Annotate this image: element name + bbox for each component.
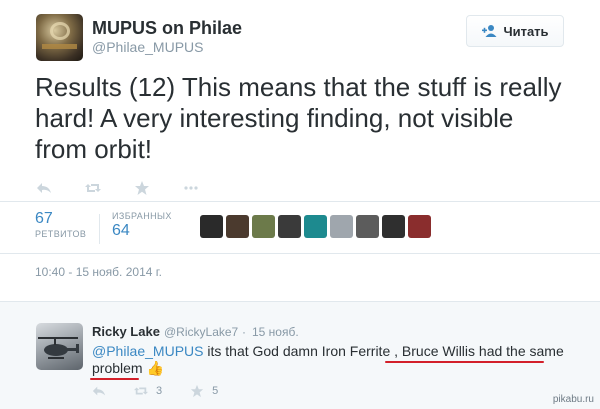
more-button[interactable]	[183, 178, 232, 198]
red-underline-2	[90, 378, 139, 380]
favorite-icon	[191, 384, 204, 398]
author-name[interactable]: MUPUS on Philae	[92, 18, 242, 39]
red-underline-1	[385, 361, 544, 363]
reply-reply-button[interactable]	[92, 384, 106, 398]
favorited-by-avatars	[200, 215, 431, 238]
helicopter-avatar-icon	[38, 337, 79, 359]
reply-mention[interactable]: @Philae_MUPUS	[92, 343, 203, 359]
reply-button[interactable]	[36, 178, 85, 198]
reply-tweet: Ricky Lake @RickyLake7 · 15 нояб. @Phila…	[0, 301, 600, 409]
add-user-icon	[482, 25, 497, 37]
main-tweet: MUPUS on Philae @Philae_MUPUS Читать Res…	[0, 0, 600, 301]
author-avatar[interactable]	[36, 14, 83, 61]
follow-button[interactable]: Читать	[466, 15, 564, 47]
reply-date[interactable]: 15 нояб.	[252, 325, 299, 339]
reply-author-name[interactable]: Ricky Lake	[92, 324, 160, 339]
favoriter-avatar[interactable]	[252, 215, 275, 238]
favoriter-avatar[interactable]	[278, 215, 301, 238]
tweet-timestamp[interactable]: 10:40 - 15 нояб. 2014 г.	[35, 265, 162, 279]
tweet-actions	[36, 178, 232, 198]
avatar-stripe	[42, 44, 77, 49]
tweet-text: Results (12) This means that the stuff i…	[35, 72, 562, 164]
favoriter-avatar[interactable]	[200, 215, 223, 238]
favoriter-avatar[interactable]	[356, 215, 379, 238]
reply-icon	[92, 386, 106, 396]
favoriter-avatar[interactable]	[330, 215, 353, 238]
reply-author-avatar[interactable]	[36, 323, 83, 370]
favoriter-avatar[interactable]	[304, 215, 327, 238]
reply-retweet-count: 3	[156, 385, 163, 397]
reply-text: its that God damn Iron Ferrite ,	[203, 343, 402, 359]
reply-favorite-button[interactable]: 5	[190, 384, 218, 398]
reply-highlight-1: Bruce Willis had the same	[401, 343, 564, 359]
reply-author-handle[interactable]: @RickyLake7	[164, 325, 238, 339]
follow-label: Читать	[503, 23, 549, 39]
retweet-icon	[134, 387, 148, 395]
reply-favorite-count: 5	[212, 385, 219, 397]
favoriter-avatar[interactable]	[226, 215, 249, 238]
thumbs-up-emoji: 👍	[146, 360, 164, 376]
retweets-label: РЕТВИТОВ	[35, 229, 87, 239]
reply-icon	[37, 183, 51, 193]
reply-highlight-2: problem	[92, 360, 143, 376]
favorites-stat[interactable]: ИЗБРАННЫХ 64	[112, 211, 172, 240]
favorite-icon	[135, 181, 149, 195]
reply-text-line-2: problem 👍	[92, 360, 164, 377]
favorite-button[interactable]	[134, 178, 183, 198]
retweets-stat[interactable]: 67 РЕТВИТОВ	[35, 210, 86, 239]
favoriter-avatar[interactable]	[408, 215, 431, 238]
retweets-count: 67	[35, 210, 53, 227]
favorites-label: ИЗБРАННЫХ	[112, 211, 172, 221]
reply-retweet-button[interactable]: 3	[134, 384, 162, 398]
author-handle[interactable]: @Philae_MUPUS	[92, 39, 203, 55]
watermark: pikabu.ru	[552, 394, 594, 405]
stats-divider	[99, 214, 100, 244]
reply-actions: 3 5	[92, 384, 246, 398]
more-icon	[184, 186, 198, 190]
favorites-count: 64	[112, 222, 130, 239]
favoriter-avatar[interactable]	[382, 215, 405, 238]
retweet-button[interactable]	[85, 178, 134, 198]
avatar-ring	[50, 22, 70, 40]
reply-separator: ·	[242, 325, 246, 339]
reply-text-line-1: @Philae_MUPUS its that God damn Iron Fer…	[92, 343, 564, 359]
retweet-icon	[85, 184, 101, 192]
